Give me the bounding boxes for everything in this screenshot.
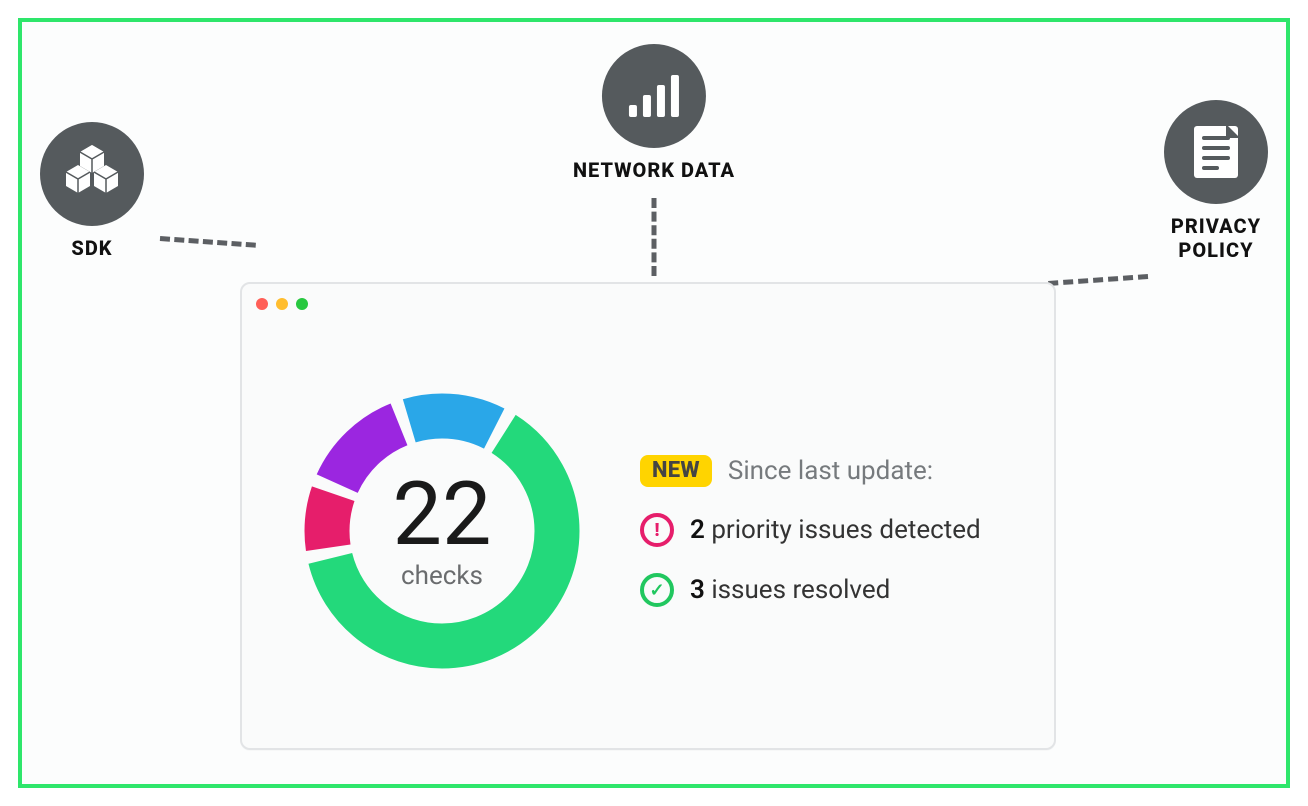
connector-network — [652, 198, 657, 276]
node-privacy-label: PRIVACY POLICY — [1171, 214, 1261, 262]
app-body: 22 checks NEW Since last update: ! 2 pri… — [242, 324, 1054, 748]
resolved-row: ✓ 3 issues resolved — [640, 573, 981, 607]
checks-label: checks — [401, 561, 483, 591]
checks-value: 22 — [393, 471, 492, 559]
network-icon-circle — [602, 44, 706, 148]
traffic-light-zoom-icon[interactable] — [296, 298, 308, 310]
resolved-count: 3 — [690, 575, 705, 605]
since-row: NEW Since last update: — [640, 455, 981, 487]
donut-center: 22 checks — [292, 381, 592, 681]
alert-icon: ! — [640, 513, 674, 547]
resolved-label: issues resolved — [711, 575, 890, 605]
priority-label: priority issues detected — [711, 515, 980, 545]
sdk-icon-circle — [40, 122, 144, 226]
app-window: 22 checks NEW Since last update: ! 2 pri… — [240, 282, 1056, 750]
diagram-frame: SDK NETWORK DATA PRIVACY POLICY — [18, 18, 1290, 788]
window-titlebar — [242, 284, 1054, 324]
node-network: NETWORK DATA — [573, 44, 735, 182]
details-panel: NEW Since last update: ! 2 priority issu… — [640, 455, 981, 607]
node-sdk-label: SDK — [71, 236, 112, 260]
node-sdk: SDK — [40, 122, 144, 260]
privacy-icon-circle — [1164, 100, 1268, 204]
node-privacy: PRIVACY POLICY — [1164, 100, 1268, 262]
cubes-icon — [62, 147, 122, 201]
resolved-text: 3 issues resolved — [690, 575, 890, 605]
document-icon — [1194, 126, 1238, 178]
priority-row: ! 2 priority issues detected — [640, 513, 981, 547]
checks-donut-chart: 22 checks — [292, 381, 592, 681]
priority-text: 2 priority issues detected — [690, 515, 981, 545]
since-label: Since last update: — [728, 456, 933, 486]
connector-sdk — [160, 236, 256, 248]
new-badge: NEW — [640, 455, 712, 487]
traffic-light-minimize-icon[interactable] — [276, 298, 288, 310]
traffic-light-close-icon[interactable] — [256, 298, 268, 310]
check-icon: ✓ — [640, 573, 674, 607]
node-network-label: NETWORK DATA — [573, 158, 735, 182]
bars-icon — [629, 75, 679, 117]
priority-count: 2 — [690, 515, 705, 545]
connector-privacy — [1048, 274, 1148, 286]
